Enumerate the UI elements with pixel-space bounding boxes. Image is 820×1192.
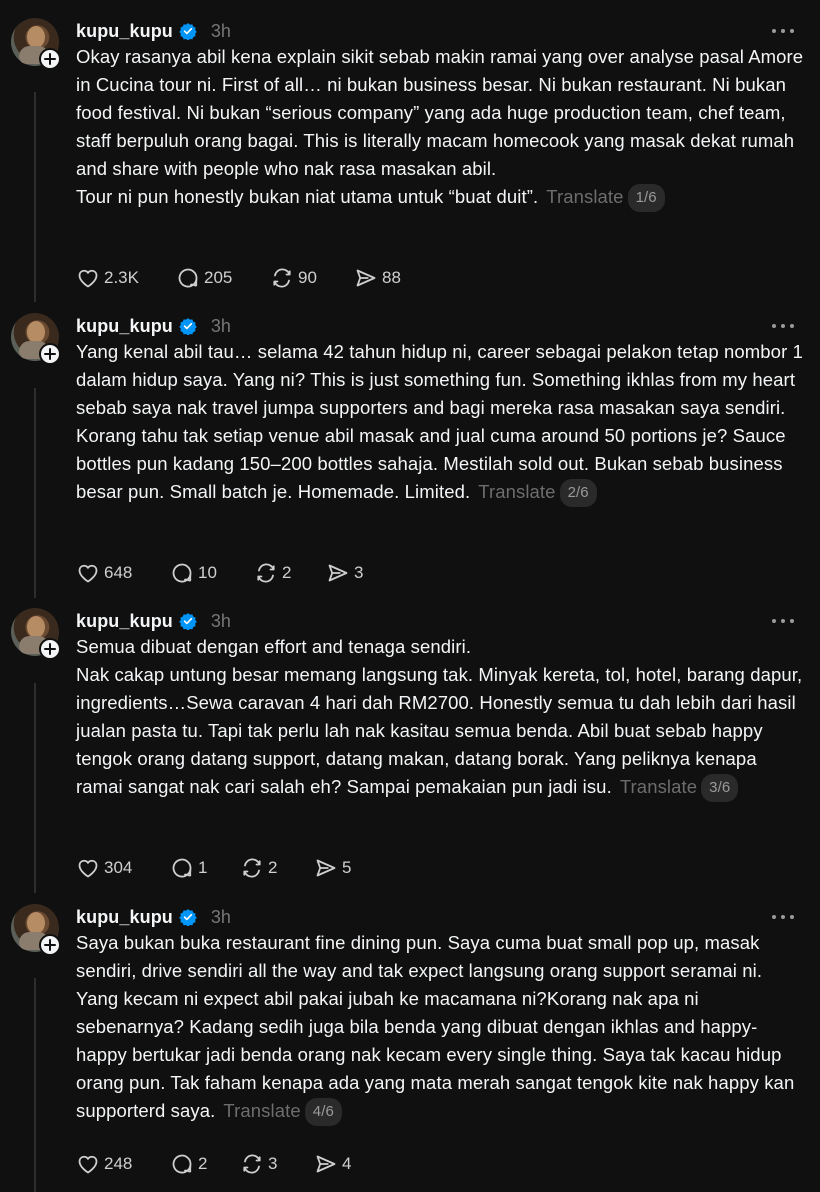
- reply-icon: [172, 1154, 192, 1174]
- share-icon: [328, 564, 348, 582]
- like-button[interactable]: 648: [76, 561, 170, 585]
- share-icon: [316, 1155, 336, 1173]
- repost-button[interactable]: 2: [240, 856, 314, 880]
- repost-icon: [257, 563, 275, 583]
- reply-count: 10: [198, 563, 217, 582]
- repost-icon: [273, 268, 291, 288]
- heart-icon: [78, 1155, 98, 1174]
- post-text: Saya bukan buka restaurant fine dining p…: [76, 932, 795, 1121]
- follow-plus-button[interactable]: [39, 638, 61, 660]
- page-indicator: 1/6: [627, 184, 665, 212]
- repost-count: 2: [268, 858, 278, 877]
- post-time: 3h: [210, 20, 231, 41]
- translate-link[interactable]: Translate: [620, 776, 697, 797]
- reply-icon: [172, 858, 192, 878]
- avatar[interactable]: [11, 18, 61, 70]
- share-count: 3: [354, 563, 364, 582]
- more-icon[interactable]: [772, 912, 798, 922]
- post-body: Semua dibuat dengan effort and tenaga se…: [76, 633, 806, 802]
- follow-plus-button[interactable]: [39, 48, 61, 70]
- username[interactable]: kupu_kupu: [76, 611, 173, 632]
- share-icon: [356, 269, 376, 287]
- page-indicator: 3/6: [701, 774, 739, 802]
- post-text: Okay rasanya abil kena explain sikit seb…: [76, 46, 804, 207]
- post-body: Yang kenal abil tau… selama 42 tahun hid…: [76, 338, 806, 507]
- heart-icon: [78, 269, 98, 288]
- repost-count: 2: [282, 563, 292, 582]
- thread-post: kupu_kupu 3h Yang kenal abil tau… selama…: [0, 313, 820, 603]
- avatar[interactable]: [11, 608, 61, 660]
- reply-icon: [178, 268, 198, 288]
- post-time: 3h: [210, 906, 231, 927]
- plus-icon: [44, 348, 56, 360]
- post-time: 3h: [210, 610, 231, 631]
- post-text: Yang kenal abil tau… selama 42 tahun hid…: [76, 341, 803, 502]
- post-body: Saya bukan buka restaurant fine dining p…: [76, 929, 806, 1126]
- repost-icon: [243, 858, 261, 878]
- thread-post: kupu_kupu 3h Saya bukan buka restaurant …: [0, 904, 820, 1192]
- post-text: Semua dibuat dengan effort and tenaga se…: [76, 636, 803, 797]
- username[interactable]: kupu_kupu: [76, 21, 173, 42]
- like-button[interactable]: 304: [76, 856, 170, 880]
- reply-icon: [172, 563, 192, 583]
- avatar[interactable]: [11, 904, 61, 956]
- like-count: 2.3K: [104, 268, 139, 287]
- share-button[interactable]: 88: [354, 266, 401, 290]
- share-button[interactable]: 5: [314, 856, 351, 880]
- thread-post: kupu_kupu 3h Okay rasanya abil kena expl…: [0, 18, 820, 308]
- translate-link[interactable]: Translate: [546, 186, 623, 207]
- translate-link[interactable]: Translate: [223, 1100, 300, 1121]
- follow-plus-button[interactable]: [39, 343, 61, 365]
- heart-icon: [78, 859, 98, 878]
- share-count: 4: [342, 1154, 352, 1173]
- plus-icon: [44, 939, 56, 951]
- more-icon[interactable]: [772, 616, 798, 626]
- reply-count: 205: [204, 268, 233, 287]
- post-body: Okay rasanya abil kena explain sikit seb…: [76, 43, 806, 212]
- verified-badge-icon: [179, 318, 197, 335]
- avatar[interactable]: [11, 313, 61, 365]
- more-icon[interactable]: [772, 26, 798, 36]
- share-count: 88: [382, 268, 401, 287]
- share-icon: [316, 859, 336, 877]
- more-icon[interactable]: [772, 321, 798, 331]
- repost-button[interactable]: 2: [254, 561, 326, 585]
- repost-count: 3: [268, 1154, 278, 1173]
- like-button[interactable]: 248: [76, 1152, 170, 1176]
- repost-icon: [243, 1154, 261, 1174]
- translate-link[interactable]: Translate: [478, 481, 555, 502]
- page-indicator: 4/6: [304, 1098, 342, 1126]
- share-button[interactable]: 3: [326, 561, 363, 585]
- username[interactable]: kupu_kupu: [76, 316, 173, 337]
- share-count: 5: [342, 858, 352, 877]
- repost-button[interactable]: 3: [240, 1152, 314, 1176]
- repost-count: 90: [298, 268, 317, 287]
- post-time: 3h: [210, 315, 231, 336]
- reply-button[interactable]: 1: [170, 856, 240, 880]
- verified-badge-icon: [179, 613, 197, 630]
- follow-plus-button[interactable]: [39, 934, 61, 956]
- plus-icon: [44, 643, 56, 655]
- heart-icon: [78, 564, 98, 583]
- verified-badge-icon: [179, 909, 197, 926]
- reply-button[interactable]: 205: [176, 266, 270, 290]
- like-count: 304: [104, 858, 133, 877]
- username[interactable]: kupu_kupu: [76, 907, 173, 928]
- reply-count: 2: [198, 1154, 208, 1173]
- reply-count: 1: [198, 858, 208, 877]
- plus-icon: [44, 53, 56, 65]
- like-count: 248: [104, 1154, 133, 1173]
- verified-badge-icon: [179, 23, 197, 40]
- repost-button[interactable]: 90: [270, 266, 354, 290]
- page-indicator: 2/6: [559, 479, 597, 507]
- like-count: 648: [104, 563, 133, 582]
- share-button[interactable]: 4: [314, 1152, 351, 1176]
- thread-post: kupu_kupu 3h Semua dibuat dengan effort …: [0, 608, 820, 898]
- reply-button[interactable]: 2: [170, 1152, 240, 1176]
- like-button[interactable]: 2.3K: [76, 266, 176, 290]
- reply-button[interactable]: 10: [170, 561, 254, 585]
